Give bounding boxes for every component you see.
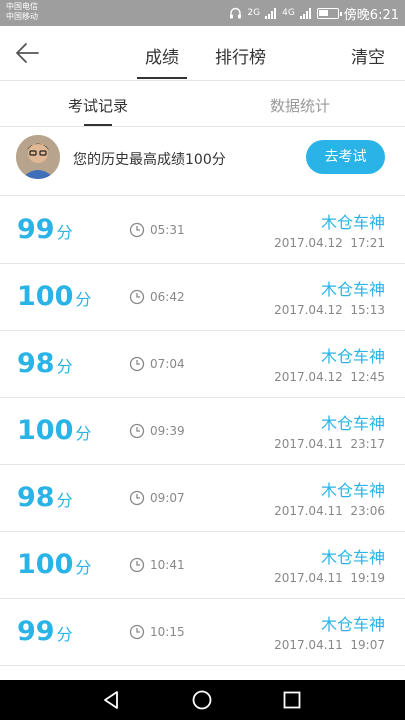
nav-home-icon[interactable]	[190, 688, 214, 712]
score-value: 100	[17, 415, 74, 446]
score-unit: 分	[75, 558, 92, 577]
exam-date: 2017.04.11 19:19	[274, 571, 385, 585]
score: 100 分	[17, 281, 91, 312]
list-item[interactable]: 98 分 07:04 木仓车神 2017.04.12 12:45	[0, 331, 405, 398]
avatar[interactable]	[16, 135, 60, 179]
score-value: 98	[17, 348, 55, 379]
carrier-info: 中国电信 中国移动	[6, 2, 38, 22]
nav-recents-icon[interactable]	[280, 688, 304, 712]
list-item[interactable]: 100 分 09:39 木仓车神 2017.04.11 23:17	[0, 398, 405, 465]
score-value: 98	[17, 482, 55, 513]
exam-date: 2017.04.11 19:07	[274, 638, 385, 652]
user-name: 木仓车神	[320, 615, 385, 634]
score-value: 99	[17, 616, 55, 647]
arrow-left-icon	[16, 43, 39, 63]
clock-icon	[129, 423, 145, 439]
headset-icon	[230, 7, 242, 18]
exam-date: 2017.04.11 23:17	[274, 437, 385, 451]
user-name: 木仓车神	[320, 481, 385, 500]
exam-duration: 06:42	[150, 290, 185, 304]
list-item[interactable]: 100 分 06:42 木仓车神 2017.04.12 15:13	[0, 264, 405, 331]
user-name: 木仓车神	[320, 347, 385, 366]
score: 99 分	[17, 214, 73, 245]
exam-duration: 05:31	[150, 223, 185, 237]
nav-back-icon[interactable]	[99, 688, 123, 712]
list-item[interactable]: 99 分 05:31 木仓车神 2017.04.12 17:21	[0, 197, 405, 264]
clock-icon	[129, 356, 145, 372]
score: 100 分	[17, 415, 91, 446]
back-button[interactable]	[14, 38, 54, 68]
tab-leaderboard[interactable]: 排行榜	[215, 43, 266, 68]
tab-scores[interactable]: 成绩	[137, 43, 187, 79]
score: 100 分	[17, 549, 91, 580]
user-photo-icon	[16, 135, 60, 179]
score-unit: 分	[56, 491, 73, 510]
clock-icon	[129, 289, 145, 305]
score-unit: 分	[75, 424, 92, 443]
sub-tabs: 考试记录 数据统计	[0, 81, 405, 127]
battery-icon	[316, 7, 342, 19]
exam-duration: 09:07	[150, 491, 185, 505]
exam-date: 2017.04.12 12:45	[274, 370, 385, 384]
clock-icon	[129, 222, 145, 238]
list-item[interactable]: 100 分 10:41 木仓车神 2017.04.11 19:19	[0, 532, 405, 599]
user-name: 木仓车神	[320, 280, 385, 299]
tab-exam-records[interactable]: 考试记录	[68, 95, 128, 126]
score-value: 99	[17, 214, 55, 245]
signal-4g-label: 4G	[282, 8, 295, 18]
navigation-bar	[0, 680, 405, 720]
signal-icon	[299, 7, 311, 19]
clock-time: 傍晚6:21	[343, 7, 399, 23]
status-bar: 中国电信 中国移动 2G 4G 傍晚6:21	[0, 0, 405, 26]
best-score-text: 您的历史最高成绩100分	[73, 152, 226, 168]
exam-duration: 10:15	[150, 625, 185, 639]
score: 99 分	[17, 616, 73, 647]
best-score-bar: 您的历史最高成绩100分 去考试	[0, 127, 405, 196]
exam-date: 2017.04.12 17:21	[274, 236, 385, 250]
user-name: 木仓车神	[320, 548, 385, 567]
clear-button[interactable]: 清空	[351, 43, 385, 68]
carrier-2: 中国移动	[6, 12, 38, 21]
score-value: 100	[17, 281, 74, 312]
exam-date: 2017.04.12 15:13	[274, 303, 385, 317]
score-unit: 分	[56, 625, 73, 644]
score-value: 100	[17, 549, 74, 580]
user-name: 木仓车神	[320, 414, 385, 433]
user-name: 木仓车神	[320, 213, 385, 232]
take-exam-button[interactable]: 去考试	[306, 140, 385, 174]
tab-statistics[interactable]: 数据统计	[270, 95, 330, 116]
exam-duration: 07:04	[150, 357, 185, 371]
score: 98 分	[17, 482, 73, 513]
signal-icon	[265, 7, 277, 19]
clock-icon	[129, 490, 145, 506]
exam-duration: 10:41	[150, 558, 185, 572]
signal-2g-label: 2G	[247, 8, 261, 18]
score-unit: 分	[75, 290, 92, 309]
carrier-1: 中国电信	[6, 2, 38, 11]
status-icons: 2G 4G 傍晚6:21	[229, 5, 399, 23]
clock-icon	[129, 624, 145, 640]
exam-duration: 09:39	[150, 424, 185, 438]
list-item[interactable]: 98 分 09:07 木仓车神 2017.04.11 23:06	[0, 465, 405, 532]
score: 98 分	[17, 348, 73, 379]
score-unit: 分	[56, 223, 73, 242]
clock-icon	[129, 557, 145, 573]
exam-date: 2017.04.11 23:06	[274, 504, 385, 518]
header: 成绩 排行榜 清空	[0, 26, 405, 81]
score-unit: 分	[56, 357, 73, 376]
list-item[interactable]: 99 分 10:15 木仓车神 2017.04.11 19:07	[0, 599, 405, 666]
